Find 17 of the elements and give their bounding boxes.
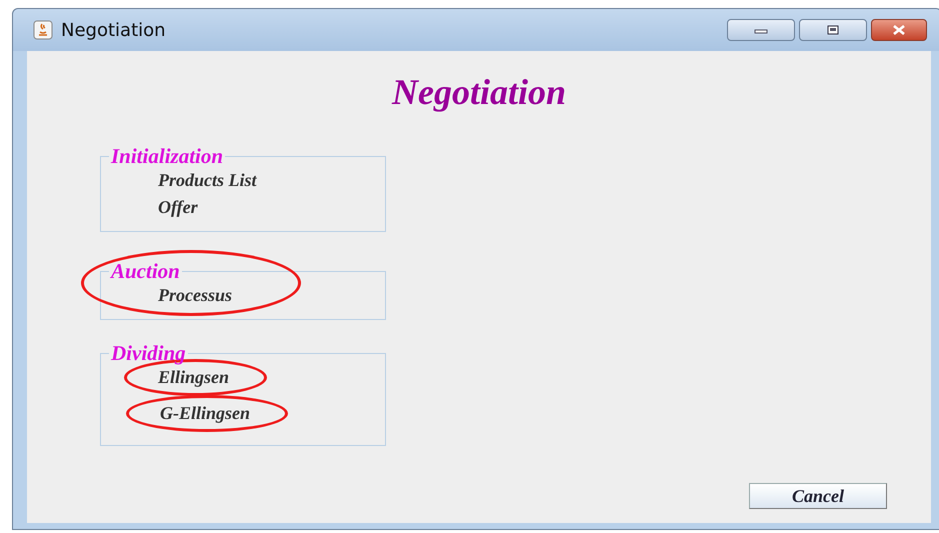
window-title: Negotiation: [61, 20, 166, 40]
cup-icon: [33, 20, 53, 40]
close-button[interactable]: [871, 19, 927, 41]
group-title: Auction: [109, 260, 181, 282]
menu-item[interactable]: Products List: [158, 170, 257, 190]
menu-item[interactable]: Ellingsen: [158, 367, 230, 387]
group-title: Dividing: [110, 342, 187, 364]
menu-item[interactable]: G-Ellingsen: [160, 402, 250, 422]
maximize-icon: [826, 25, 840, 35]
cancel-button[interactable]: Cancel: [749, 483, 887, 509]
close-icon: [891, 25, 907, 35]
minimize-button[interactable]: [727, 19, 795, 41]
dialog-heading: Negotiation: [390, 71, 567, 113]
menu-item[interactable]: Processus: [158, 285, 232, 305]
group-title: Initialization: [110, 145, 224, 167]
menu-item[interactable]: Offer: [158, 197, 198, 217]
maximize-button[interactable]: [799, 19, 867, 41]
